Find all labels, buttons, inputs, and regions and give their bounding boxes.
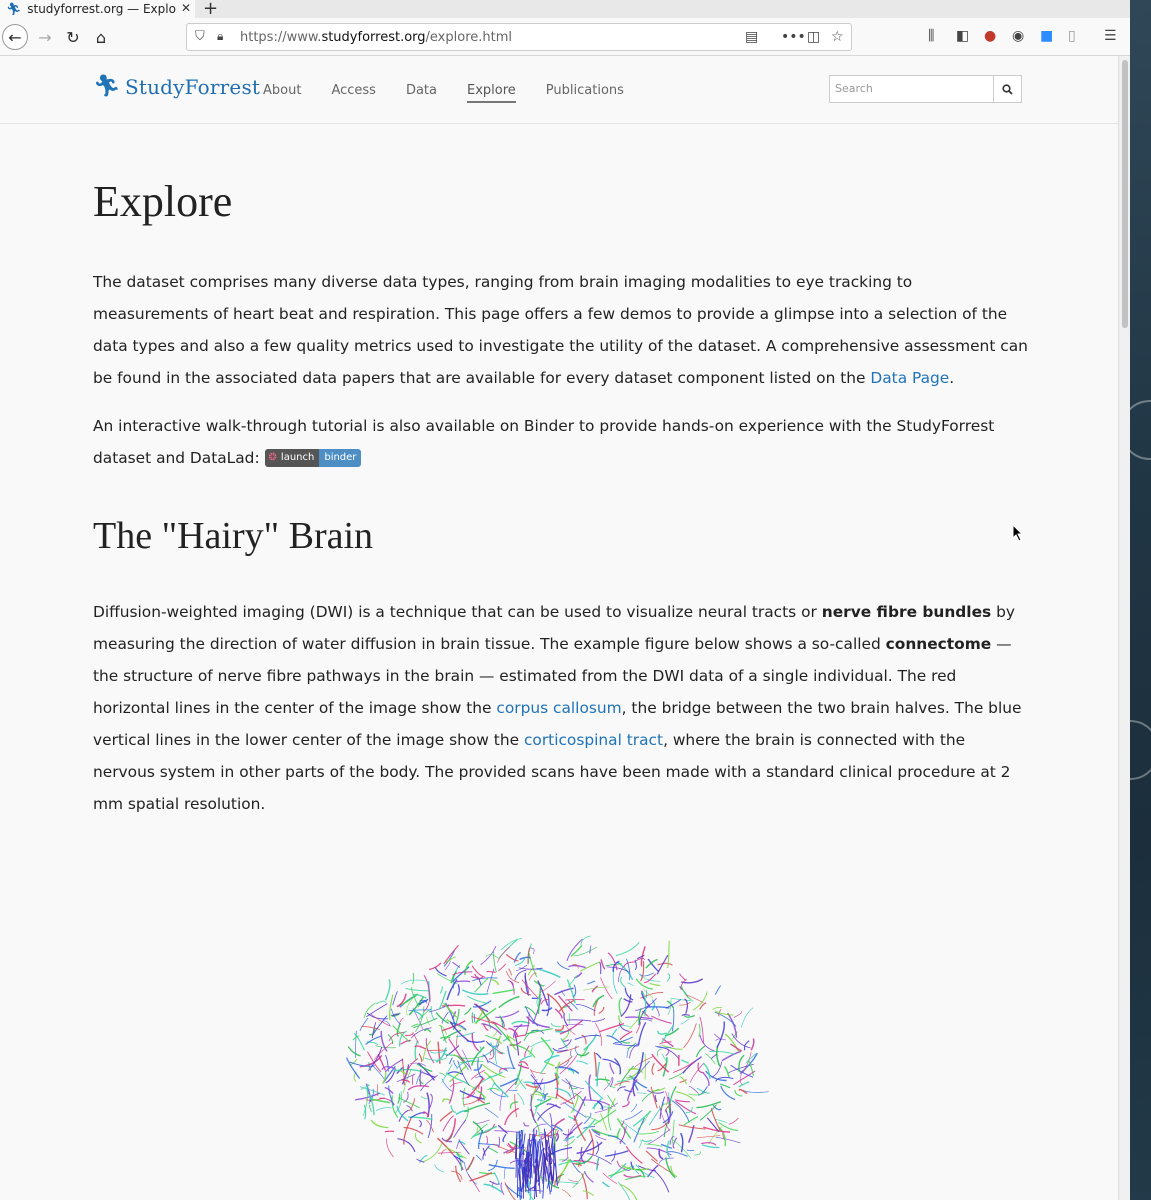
launch-binder-badge[interactable]: ❂ launch binder bbox=[264, 449, 362, 467]
site-nav: About Access Data Explore Publications bbox=[263, 83, 654, 103]
nav-publications[interactable]: Publications bbox=[546, 83, 624, 103]
search-input[interactable]: Search bbox=[829, 75, 994, 103]
browser-tab[interactable]: 🏃︎ studyforrest.org — Explore ✕ bbox=[0, 0, 195, 18]
site-header: 🏃︎ StudyForrest About Access Data Explor… bbox=[0, 56, 1118, 124]
library-icon[interactable]: ⫼ bbox=[928, 28, 934, 44]
search-icon[interactable] bbox=[993, 75, 1022, 103]
zoom-extension-icon[interactable]: ■ bbox=[1040, 28, 1053, 44]
corpus-callosum-link[interactable]: corpus callosum bbox=[496, 699, 621, 717]
nav-explore[interactable]: Explore bbox=[467, 83, 516, 103]
browser-tab-bar: 🏃︎ studyforrest.org — Explore ✕ + bbox=[0, 0, 1130, 19]
extension-icon[interactable]: ● bbox=[984, 28, 996, 44]
page-title: Explore bbox=[93, 177, 233, 226]
forward-icon[interactable]: → bbox=[32, 24, 58, 50]
new-tab-icon[interactable]: + bbox=[203, 0, 218, 19]
lock-icon[interactable]: 🔒︎ bbox=[217, 29, 223, 44]
binder-paragraph: An interactive walk-through tutorial is … bbox=[93, 410, 1028, 474]
sidebar-icon[interactable]: ◧ bbox=[956, 28, 969, 44]
pocket-icon[interactable]: ◫ bbox=[807, 29, 820, 45]
tab-title: studyforrest.org — Explore bbox=[27, 2, 178, 16]
page-icon[interactable]: ▯ bbox=[1068, 28, 1076, 44]
bookmark-star-icon[interactable]: ☆ bbox=[831, 29, 844, 45]
mouse-cursor-icon bbox=[1012, 524, 1024, 542]
runner-logo-icon: 🏃︎ bbox=[93, 74, 121, 99]
back-icon[interactable]: ← bbox=[2, 24, 28, 50]
dwi-paragraph: Diffusion-weighted imaging (DWI) is a te… bbox=[93, 603, 1022, 813]
section-title: The "Hairy" Brain bbox=[93, 515, 374, 557]
data-page-link[interactable]: Data Page bbox=[870, 369, 949, 387]
shield-icon[interactable]: ⛉ bbox=[195, 29, 205, 44]
menu-icon[interactable]: ☰ bbox=[1104, 28, 1117, 44]
brain-fibre-image bbox=[346, 935, 769, 1200]
more-actions-icon[interactable]: ••• bbox=[781, 29, 806, 45]
reader-view-icon[interactable]: ▤ bbox=[745, 29, 758, 45]
runner-favicon-icon: 🏃︎ bbox=[6, 2, 22, 16]
url-bar[interactable]: ⛉ 🔒︎ https://www.studyforrest.org/explor… bbox=[186, 23, 852, 51]
connectome-figure bbox=[335, 928, 785, 1200]
desktop-background bbox=[1130, 0, 1151, 1200]
url-text: https://www.studyforrest.org/explore.htm… bbox=[240, 30, 512, 45]
nav-access[interactable]: Access bbox=[331, 83, 376, 103]
account-icon[interactable]: ◉ bbox=[1012, 28, 1024, 44]
page-scrollbar[interactable] bbox=[1118, 56, 1130, 1200]
site-logo[interactable]: 🏃︎ StudyForrest bbox=[93, 74, 260, 99]
corticospinal-tract-link[interactable]: corticospinal tract bbox=[524, 731, 663, 749]
brand-name: StudyForrest bbox=[124, 74, 261, 99]
scrollbar-thumb[interactable] bbox=[1122, 60, 1128, 328]
reload-icon[interactable]: ↻ bbox=[60, 24, 86, 50]
intro-paragraph: The dataset comprises many diverse data … bbox=[93, 273, 1028, 387]
home-icon[interactable]: ⌂ bbox=[88, 24, 114, 50]
close-tab-icon[interactable]: ✕ bbox=[181, 1, 191, 15]
binder-logo-icon: ❂ bbox=[268, 452, 277, 463]
browser-toolbar: ← → ↻ ⌂ ⛉ 🔒︎ https://www.studyforrest.or… bbox=[0, 18, 1130, 56]
main-content: Explore The dataset comprises many diver… bbox=[93, 124, 1028, 820]
nav-data[interactable]: Data bbox=[406, 83, 437, 103]
nav-about[interactable]: About bbox=[263, 83, 301, 103]
